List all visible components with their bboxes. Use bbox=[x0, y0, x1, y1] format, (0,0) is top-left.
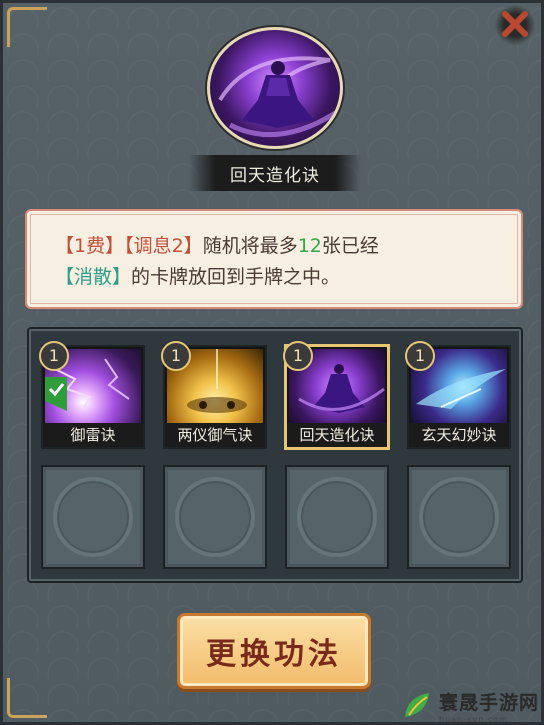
card-name: 御雷诀 bbox=[43, 423, 143, 447]
cost-badge: 1 bbox=[39, 341, 69, 371]
close-icon bbox=[502, 11, 528, 37]
empty-slot-ring bbox=[419, 477, 499, 557]
card-slot-4[interactable]: 1 玄天幻妙诀 bbox=[405, 341, 511, 449]
equipped-check-icon bbox=[45, 377, 67, 411]
empty-slot-ring bbox=[297, 477, 377, 557]
cost-badge: 1 bbox=[283, 341, 313, 371]
watermark-url: huan-sun.com bbox=[439, 714, 508, 724]
skill-panel: 回天造化诀 【1费】【调息2】随机将最多12张已经 【消散】的卡牌放回到手牌之中… bbox=[0, 0, 544, 725]
cost-tag: 【1费】 bbox=[55, 235, 125, 257]
card-grid: 1 御雷诀 1 两仪御气诀 1 回天造化诀 1 玄天幻妙诀 bbox=[27, 327, 523, 583]
empty-slot-ring bbox=[53, 477, 133, 557]
site-watermark: 寰晟手游网 huan-sun.com bbox=[401, 683, 544, 725]
cultivator-silhouette-icon bbox=[218, 56, 340, 138]
card-slot-3[interactable]: 1 回天造化诀 bbox=[283, 341, 389, 449]
skill-portrait bbox=[207, 27, 343, 149]
empty-card-slot[interactable] bbox=[285, 465, 389, 569]
empty-card-slot[interactable] bbox=[163, 465, 267, 569]
cost-badge: 1 bbox=[161, 341, 191, 371]
close-button[interactable] bbox=[495, 5, 535, 45]
desc-text-2: 张已经 bbox=[321, 235, 379, 257]
watermark-title: 寰晟手游网 bbox=[439, 691, 540, 714]
leaf-logo-icon bbox=[405, 692, 429, 717]
corner-ornament bbox=[7, 7, 47, 47]
card-slot-2[interactable]: 1 两仪御气诀 bbox=[161, 341, 267, 449]
empty-card-slot[interactable] bbox=[407, 465, 511, 569]
card-slot-1[interactable]: 1 御雷诀 bbox=[39, 341, 145, 449]
empty-card-slot[interactable] bbox=[41, 465, 145, 569]
desc-number: 12 bbox=[297, 235, 322, 257]
status-tag: 【消散】 bbox=[55, 266, 132, 288]
stance-tag: 【调息2】 bbox=[124, 235, 203, 257]
corner-ornament bbox=[7, 678, 47, 718]
cost-badge: 1 bbox=[405, 341, 435, 371]
empty-slot-ring bbox=[175, 477, 255, 557]
skill-name: 回天造化诀 bbox=[230, 165, 320, 186]
desc-text-1: 随机将最多 bbox=[202, 235, 298, 257]
skill-description: 【1费】【调息2】随机将最多12张已经 【消散】的卡牌放回到手牌之中。 bbox=[25, 209, 523, 309]
card-name: 玄天幻妙诀 bbox=[409, 423, 509, 447]
swap-technique-button[interactable]: 更换功法 bbox=[177, 613, 371, 689]
skill-name-plate: 回天造化诀 bbox=[189, 155, 361, 191]
swap-button-label: 更换功法 bbox=[206, 637, 342, 672]
card-name: 两仪御气诀 bbox=[165, 423, 265, 447]
desc-text-3: 的卡牌放回到手牌之中。 bbox=[131, 266, 341, 288]
card-name: 回天造化诀 bbox=[287, 423, 387, 447]
